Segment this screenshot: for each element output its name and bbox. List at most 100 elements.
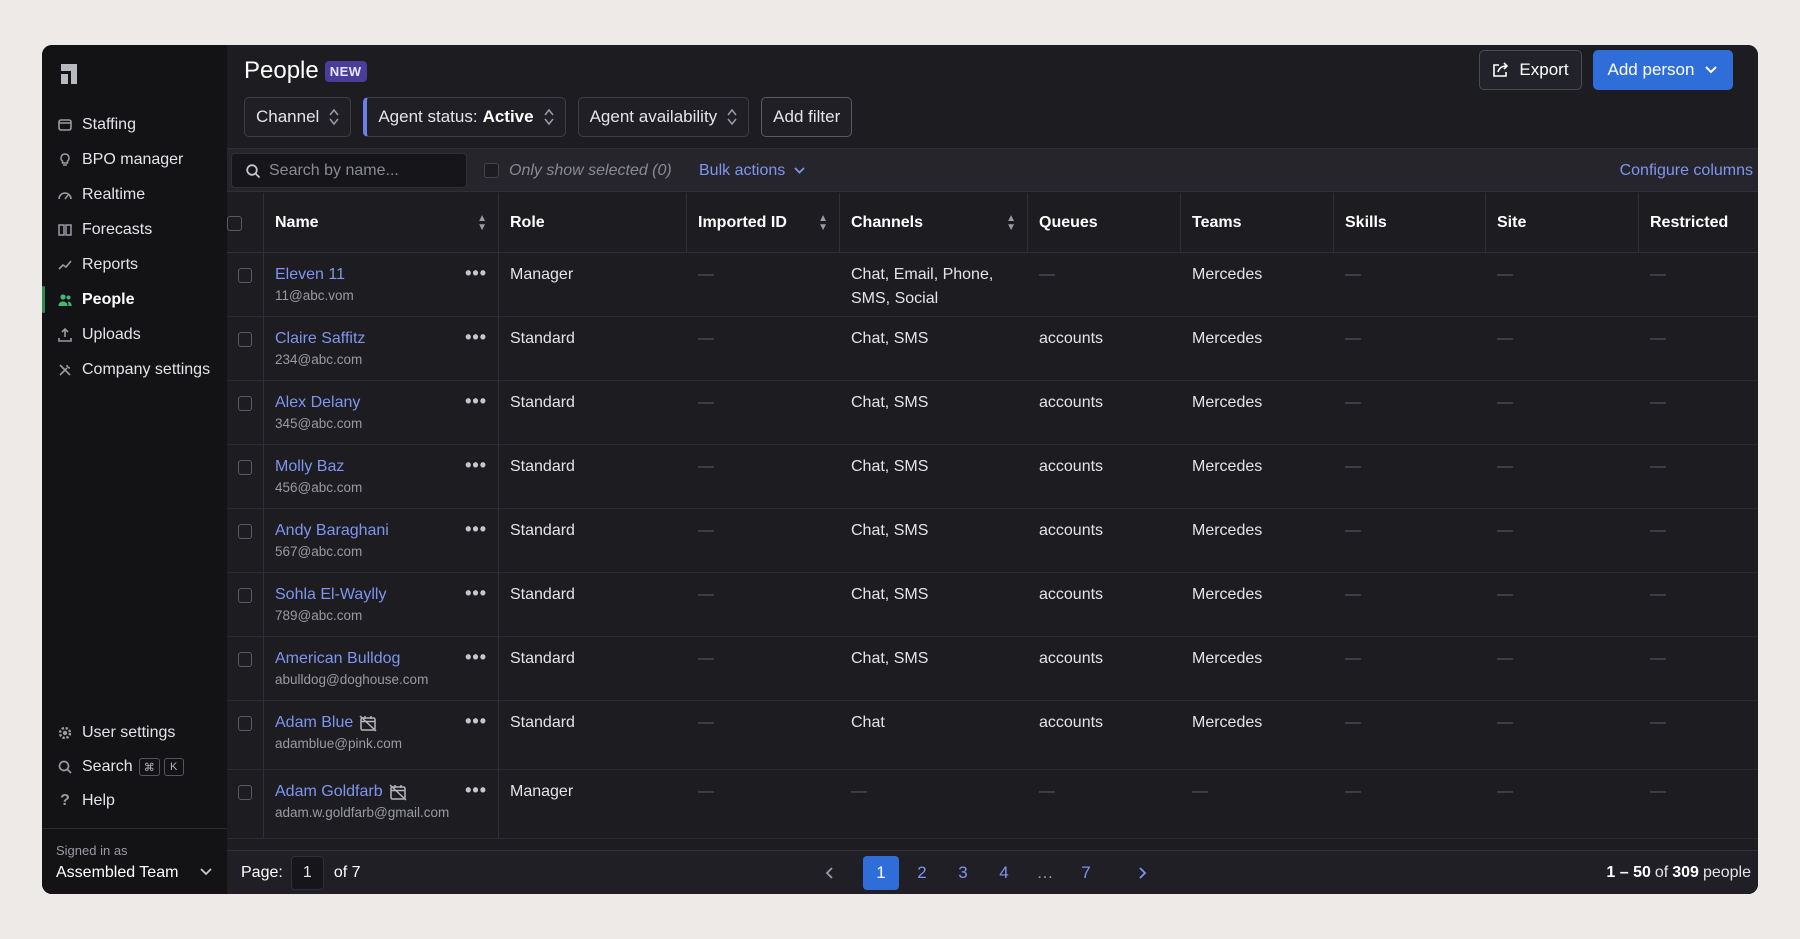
only-selected-toggle[interactable]: Only show selected (0) (484, 149, 672, 192)
more-options-icon[interactable]: ••• (465, 583, 487, 603)
more-options-icon[interactable]: ••• (465, 647, 487, 667)
person-email: abulldog@doghouse.com (275, 672, 429, 687)
logo-icon[interactable] (57, 60, 81, 86)
select-all-checkbox[interactable] (227, 215, 242, 231)
row-checkbox[interactable] (238, 396, 252, 411)
nav-item-reports[interactable]: Reports (42, 247, 227, 282)
row-checkbox[interactable] (238, 524, 252, 539)
nav-item-user-settings[interactable]: User settings (42, 716, 227, 750)
nav-item-uploads[interactable]: Uploads (42, 317, 227, 352)
person-email: adamblue@pink.com (275, 736, 403, 751)
person-name-link[interactable]: Claire Saffitz (275, 327, 365, 351)
signed-in-panel[interactable]: Signed in as Assembled Team (42, 828, 227, 894)
more-options-icon[interactable]: ••• (465, 780, 487, 800)
teams-cell: Mercedes (1181, 253, 1334, 316)
channels-cell: — (840, 770, 1028, 838)
row-checkbox[interactable] (238, 332, 252, 347)
agent-availability-filter[interactable]: Agent availability (577, 97, 750, 137)
bulk-actions-button[interactable]: Bulk actions (699, 149, 806, 192)
configure-columns-link[interactable]: Configure columns (1620, 149, 1753, 192)
more-options-icon[interactable]: ••• (465, 263, 487, 283)
search-icon (56, 758, 74, 776)
skills-cell-value: — (1345, 783, 1361, 800)
row-checkbox[interactable] (238, 588, 252, 603)
queues-cell: accounts (1028, 445, 1181, 508)
row-checkbox[interactable] (238, 716, 252, 731)
nav-item-search[interactable]: Search ⌘ K (42, 750, 227, 784)
more-options-icon[interactable]: ••• (465, 391, 487, 411)
nav-item-help[interactable]: ? Help (42, 784, 227, 818)
person-name-link[interactable]: Adam Blue (275, 711, 402, 735)
page-label: Page: (241, 864, 283, 881)
site-cell: — (1486, 701, 1639, 769)
row-checkbox[interactable] (238, 460, 252, 475)
export-button[interactable]: Export (1479, 50, 1582, 90)
site-cell-value: — (1497, 783, 1513, 800)
more-options-icon[interactable]: ••• (465, 519, 487, 539)
table-row: American Bulldog abulldog@doghouse.com •••… (227, 637, 1758, 701)
export-icon (1492, 62, 1510, 78)
nav-item-people[interactable]: People (42, 282, 227, 317)
row-checkbox[interactable] (238, 268, 252, 283)
role-cell: Manager (499, 253, 687, 316)
search-input[interactable] (269, 161, 459, 180)
row-checkbox[interactable] (238, 652, 252, 667)
teams-cell: Mercedes (1181, 317, 1334, 380)
nav-item-bpo-manager[interactable]: BPO manager (42, 142, 227, 177)
nav-item-company-settings[interactable]: Company settings (42, 352, 227, 387)
sort-icon[interactable]: ▲ ▼ (477, 214, 487, 233)
team-switcher[interactable]: Assembled Team (56, 864, 213, 882)
sort-icon[interactable]: ▲ ▼ (1006, 214, 1016, 233)
table-row: Adam Blue adamblue@pink.com ••• Standard — Ch… (227, 701, 1758, 770)
table-row: Andy Baraghani 567@abc.com ••• Standard — Cha… (227, 509, 1758, 573)
page-button[interactable]: 7 (1068, 856, 1104, 890)
queues-cell-value: accounts (1039, 394, 1104, 411)
page-button[interactable]: 2 (904, 856, 940, 890)
person-name-link[interactable]: Molly Baz (275, 455, 362, 479)
person-email: 567@abc.com (275, 544, 363, 559)
queues-cell: accounts (1028, 637, 1181, 700)
person-name-link[interactable]: Andy Baraghani (275, 519, 389, 543)
agent-status-filter[interactable]: Agent status: Active (363, 97, 566, 137)
person-name: Adam Goldfarb (275, 783, 383, 800)
person-name-link[interactable]: Eleven 11 (275, 263, 354, 287)
table-toolbar: Only show selected (0) Bulk actions Conf… (227, 149, 1758, 192)
add-filter-button[interactable]: Add filter (761, 97, 853, 137)
nav-item-realtime[interactable]: Realtime (42, 177, 227, 212)
role-cell-value: Standard (510, 458, 575, 475)
col-name[interactable]: Name ▲ ▼ (264, 193, 499, 253)
page-button[interactable]: 1 (863, 856, 899, 890)
table-row: Claire Saffitz 234@abc.com ••• Standard — Cha… (227, 317, 1758, 381)
person-name-link[interactable]: American Bulldog (275, 647, 428, 671)
next-page-button[interactable] (1124, 856, 1160, 890)
row-checkbox[interactable] (238, 785, 252, 800)
role-cell-value: Manager (510, 266, 574, 283)
only-selected-checkbox[interactable] (484, 163, 499, 178)
prev-page-button[interactable] (812, 856, 848, 890)
more-options-icon[interactable]: ••• (465, 455, 487, 475)
page-number-input[interactable] (290, 856, 324, 890)
page-button[interactable]: 3 (945, 856, 981, 890)
col-channels[interactable]: Channels ▲ ▼ (840, 193, 1028, 253)
nav-item-staffing[interactable]: Staffing (42, 107, 227, 142)
person-name-link[interactable]: Sohla El-Waylly (275, 583, 386, 607)
col-queues-label: Queues (1039, 214, 1098, 231)
row-select-cell (227, 573, 264, 636)
agent-availability-label: Agent availability (589, 107, 718, 126)
search-box[interactable] (231, 153, 467, 188)
chevron-left-icon (825, 867, 833, 879)
more-options-icon[interactable]: ••• (465, 327, 487, 347)
skills-cell-value: — (1345, 458, 1361, 475)
person-name-link[interactable]: Alex Delany (275, 391, 362, 415)
col-imported-id[interactable]: Imported ID ▲ ▼ (687, 193, 840, 253)
more-options-icon[interactable]: ••• (465, 711, 487, 731)
page-button[interactable]: 4 (986, 856, 1022, 890)
person-name-link[interactable]: Adam Goldfarb (275, 780, 449, 804)
nav-item-forecasts[interactable]: Forecasts (42, 212, 227, 247)
channel-filter[interactable]: Channel (244, 97, 352, 137)
role-cell: Standard (499, 381, 687, 444)
col-restricted: Restricted (1639, 193, 1758, 253)
sort-icon[interactable]: ▲ ▼ (818, 214, 828, 233)
add-person-button[interactable]: Add person (1593, 50, 1733, 90)
queues-cell: accounts (1028, 573, 1181, 636)
